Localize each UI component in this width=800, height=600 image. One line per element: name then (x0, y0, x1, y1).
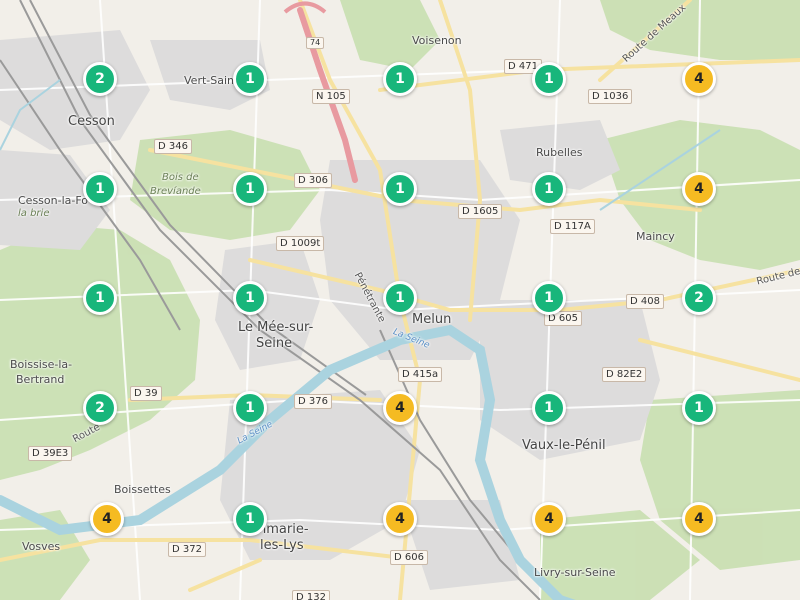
place-le-mee-line1: Le Mée-sur- (238, 320, 314, 335)
cluster-marker[interactable]: 4 (682, 502, 716, 536)
cluster-marker[interactable]: 1 (532, 391, 566, 425)
cluster-marker[interactable]: 1 (532, 172, 566, 206)
cluster-marker[interactable]: 1 (233, 391, 267, 425)
cluster-marker[interactable]: 4 (682, 172, 716, 206)
place-vosves: Vosves (22, 540, 61, 553)
road-shield-d346: D 346 (154, 139, 192, 154)
place-voisenon: Voisenon (412, 34, 462, 47)
cluster-marker[interactable]: 2 (682, 281, 716, 315)
place-boissettes: Boissettes (114, 483, 171, 496)
road-shield-d1009t: D 1009t (276, 236, 325, 251)
road-shield-d306: D 306 (294, 173, 332, 188)
place-la-brie: la brie (18, 208, 50, 219)
map-canvas[interactable]: Voisenon Vert-Sain Cesson Rubelles Cesso… (0, 0, 800, 600)
place-cesson: Cesson (68, 114, 115, 129)
cluster-marker[interactable]: 1 (682, 391, 716, 425)
cluster-marker[interactable]: 1 (383, 281, 417, 315)
road-shield-d132: D 132 (292, 590, 330, 600)
cluster-marker[interactable]: 4 (90, 502, 124, 536)
road-shield-d376: D 376 (294, 394, 332, 409)
place-le-mee-line2: Seine (256, 336, 293, 351)
cluster-marker[interactable]: 1 (233, 281, 267, 315)
place-cesson-la-foret: Cesson-la-Fo (18, 194, 89, 207)
road-shield-d39e3: D 39E3 (28, 446, 73, 461)
place-rubelles: Rubelles (536, 146, 583, 159)
place-livry-sur-seine: Livry-sur-Seine (534, 566, 616, 579)
road-shield-d372: D 372 (168, 542, 206, 557)
place-bois-de-breviande-line1: Bois de (162, 172, 199, 183)
place-boissise-line2: Bertrand (16, 373, 65, 386)
cluster-marker[interactable]: 1 (83, 281, 117, 315)
cluster-marker[interactable]: 4 (383, 391, 417, 425)
road-shield-d39: D 39 (130, 386, 162, 401)
place-boissise-line1: Boissise-la- (10, 358, 73, 371)
road-shield-d1036: D 1036 (588, 89, 633, 104)
place-dammarie-line2: les-Lys (260, 538, 304, 553)
road-shield-d1605: D 1605 (458, 204, 503, 219)
road-shield-d408: D 408 (626, 294, 664, 309)
cluster-marker[interactable]: 2 (83, 62, 117, 96)
road-shield-d82e2: D 82E2 (602, 367, 647, 382)
place-bois-de-breviande-line2: Brevíande (150, 186, 201, 197)
cluster-marker[interactable]: 1 (233, 502, 267, 536)
cluster-marker[interactable]: 1 (383, 172, 417, 206)
cluster-marker[interactable]: 1 (233, 172, 267, 206)
road-shield-d415a: D 415a (398, 367, 443, 382)
road-shield-d117a: D 117A (550, 219, 595, 234)
place-maincy: Maincy (636, 230, 675, 243)
road-shield-d606: D 606 (390, 550, 428, 565)
cluster-marker[interactable]: 2 (83, 391, 117, 425)
road-shield-motorway: 74 (306, 37, 325, 49)
cluster-marker[interactable]: 1 (383, 62, 417, 96)
place-vaux-le-penil: Vaux-le-Pénil (522, 438, 606, 453)
cluster-marker[interactable]: 4 (532, 502, 566, 536)
cluster-marker[interactable]: 4 (682, 62, 716, 96)
road-shield-n105: N 105 (312, 89, 350, 104)
place-vert-saint: Vert-Sain (184, 74, 234, 87)
place-melun: Melun (412, 312, 452, 327)
cluster-marker[interactable]: 4 (383, 502, 417, 536)
cluster-marker[interactable]: 1 (532, 62, 566, 96)
cluster-marker[interactable]: 1 (83, 172, 117, 206)
cluster-marker[interactable]: 1 (233, 62, 267, 96)
cluster-marker[interactable]: 1 (532, 281, 566, 315)
